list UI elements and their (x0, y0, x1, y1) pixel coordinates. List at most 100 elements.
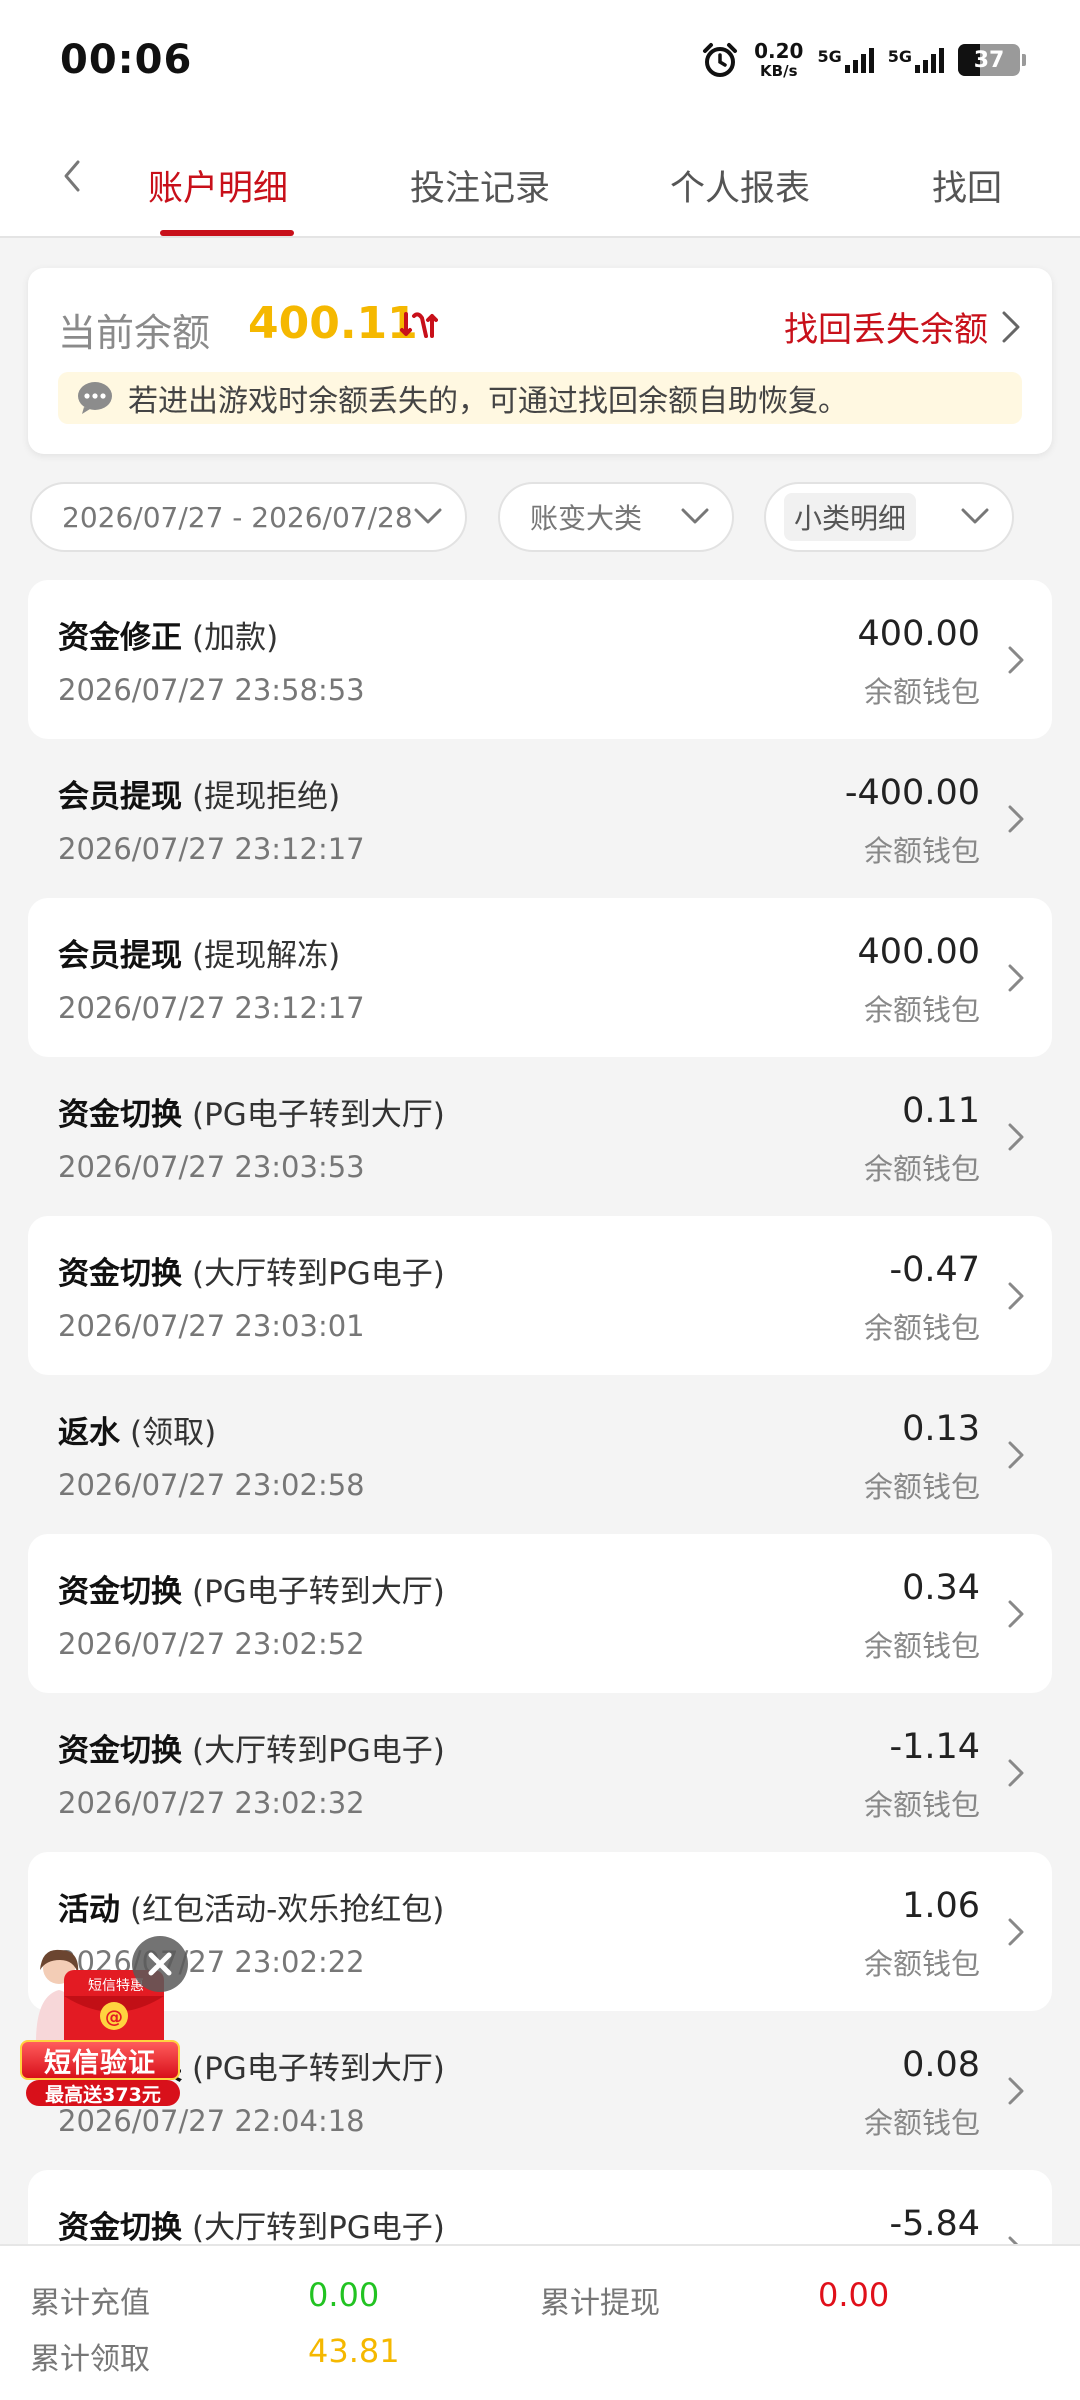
total-recharge-label: 累计充值 (30, 2286, 150, 2321)
category-value: 账变大类 (530, 502, 643, 535)
notice-text: 若进出游戏时余额丢失的，可通过找回余额自助恢复。 (128, 384, 848, 419)
alarm-icon (703, 43, 738, 77)
svg-text:@: @ (105, 2007, 123, 2028)
transaction-time: 2026/07/27 23:03:53 (58, 1150, 365, 1184)
chevron-right-icon (1002, 311, 1020, 342)
transaction-wallet: 余额钱包 (863, 1629, 980, 1663)
transaction-detail: (领取) (130, 1415, 217, 1451)
transaction-row[interactable]: 资金切换 (大厅转到PG电子) 2026/07/27 23:02:32 -1.14… (28, 1693, 1052, 1852)
tab-account-details[interactable]: 账户明细 (148, 160, 288, 211)
transaction-title: 资金切换 (大厅转到PG电子) (58, 1248, 445, 1293)
tab-recover[interactable]: 找回 (932, 160, 1002, 211)
promo-title-banner: 短信验证 (20, 2040, 180, 2080)
date-range-value: 2026/07/27 - 2026/07/28 (62, 500, 413, 534)
transaction-title: 资金切换 (PG电子转到大厅) (58, 1566, 445, 1611)
close-icon (148, 1952, 172, 1976)
chevron-right-icon (1008, 646, 1024, 674)
transaction-row[interactable]: 返水 (领取) 2026/07/27 23:02:58 0.13 余额钱包 (28, 1375, 1052, 1534)
promo-subtitle: 最高送373元 (45, 2083, 161, 2106)
transaction-wallet: 余额钱包 (863, 2106, 980, 2140)
signal-bars-icon (915, 47, 944, 73)
chevron-right-icon (1008, 964, 1024, 992)
transaction-time: 2026/07/27 23:12:17 (58, 991, 365, 1025)
transaction-title: 资金切换 (大厅转到PG电子) (58, 1725, 445, 1770)
transaction-row[interactable]: 资金修正 (加款) 2026/07/27 23:58:53 400.00 余额钱包 (28, 580, 1052, 739)
transaction-wallet: 余额钱包 (863, 1947, 980, 1981)
transaction-title: 会员提现 (提现拒绝) (58, 771, 340, 816)
net-speed-value: 0.20 (754, 39, 804, 63)
transaction-type: 返水 (58, 1415, 120, 1451)
transaction-wallet: 余额钱包 (863, 1470, 980, 1504)
transaction-amount: -400.00 (844, 773, 980, 813)
transaction-type: 活动 (58, 1892, 120, 1928)
chevron-down-icon (681, 508, 709, 524)
transaction-type: 资金切换 (58, 1574, 182, 1610)
summary-footer: 累计充值 0.00 累计提现 0.00 累计领取 43.81 (0, 2244, 1080, 2400)
chevron-right-icon (1008, 805, 1024, 833)
transaction-type: 资金切换 (58, 1733, 182, 1769)
promo-title: 短信验证 (44, 2047, 156, 2079)
balance-notice: 若进出游戏时余额丢失的，可通过找回余额自助恢复。 (58, 372, 1022, 424)
sms-verify-promo[interactable]: @ 短信特惠 短信验证 最高送373元 (20, 1936, 190, 2106)
tab-bet-records[interactable]: 投注记录 (410, 160, 550, 211)
transaction-detail: (PG电子转到大厅) (192, 1574, 445, 1610)
transaction-amount: 0.34 (902, 1568, 980, 1608)
transaction-detail: (提现拒绝) (192, 779, 341, 815)
transaction-title: 资金修正 (加款) (58, 612, 278, 657)
transaction-type: 资金修正 (58, 620, 182, 656)
recover-balance-label: 找回丢失余额 (784, 310, 988, 350)
chevron-right-icon (1008, 1441, 1024, 1469)
transaction-detail: (大厅转到PG电子) (192, 1733, 445, 1769)
chevron-down-icon (414, 508, 442, 524)
subcategory-value: 小类明细 (784, 493, 917, 541)
transaction-time: 2026/07/27 23:58:53 (58, 673, 365, 707)
tab-bar: 账户明细 投注记录 个人报表 找回 (0, 120, 1080, 238)
transaction-wallet: 余额钱包 (863, 993, 980, 1027)
transaction-row[interactable]: 资金切换 (PG电子转到大厅) 2026/07/27 23:03:53 0.11 … (28, 1057, 1052, 1216)
transaction-type: 会员提现 (58, 779, 182, 815)
sim1-label: 5G (817, 47, 842, 66)
transaction-time: 2026/07/27 22:04:18 (58, 2104, 365, 2138)
transaction-detail: (加款) (192, 620, 279, 656)
transaction-amount: 400.00 (857, 614, 980, 654)
battery-icon: 37 (958, 44, 1026, 76)
transaction-detail: (大厅转到PG电子) (192, 1256, 445, 1292)
transaction-time: 2026/07/27 23:02:32 (58, 1786, 365, 1820)
transaction-time: 2026/07/27 23:03:01 (58, 1309, 365, 1343)
signal-sim2: 5G (888, 47, 944, 73)
transaction-row[interactable]: 资金切换 (PG电子转到大厅) 2026/07/27 23:02:52 0.34 … (28, 1534, 1052, 1693)
date-range-filter[interactable]: 2026/07/27 - 2026/07/28 (30, 482, 467, 552)
transaction-wallet: 余额钱包 (863, 1311, 980, 1345)
status-time: 00:06 (60, 37, 193, 83)
chevron-right-icon (1008, 1282, 1024, 1310)
transaction-type: 资金切换 (58, 1097, 182, 1133)
total-recharge-value: 0.00 (308, 2276, 380, 2314)
transaction-amount: -0.47 (889, 1250, 980, 1290)
transaction-detail: (大厅转到PG电子) (192, 2210, 445, 2246)
transaction-row[interactable]: 会员提现 (提现解冻) 2026/07/27 23:12:17 400.00 余额… (28, 898, 1052, 1057)
transaction-wallet: 余额钱包 (863, 675, 980, 709)
signal-sim1: 5G (817, 47, 874, 73)
total-withdraw-value: 0.00 (818, 2276, 890, 2314)
back-arrow-icon[interactable] (56, 156, 86, 196)
subcategory-filter[interactable]: 小类明细 (764, 482, 1014, 552)
transaction-row[interactable]: 资金切换 (大厅转到PG电子) 2026/07/27 23:03:01 -0.47… (28, 1216, 1052, 1375)
transaction-row[interactable]: 会员提现 (提现拒绝) 2026/07/27 23:12:17 -400.00 余… (28, 739, 1052, 898)
transaction-detail: (PG电子转到大厅) (192, 2051, 445, 2087)
chevron-right-icon (1008, 1600, 1024, 1628)
chevron-right-icon (1008, 1759, 1024, 1787)
transaction-time: 2026/07/27 23:02:52 (58, 1627, 365, 1661)
chevron-right-icon (1008, 1123, 1024, 1151)
promo-close-button[interactable] (132, 1936, 188, 1992)
chevron-right-icon (1008, 1918, 1024, 1946)
refresh-icon[interactable] (400, 306, 438, 344)
transaction-type: 资金切换 (58, 2210, 182, 2246)
transaction-title: 会员提现 (提现解冻) (58, 930, 340, 975)
promo-subtitle-pill: 最高送373元 (26, 2080, 180, 2106)
transaction-type: 会员提现 (58, 938, 182, 974)
tab-personal-report[interactable]: 个人报表 (670, 160, 810, 211)
recover-balance-link[interactable]: 找回丢失余额 (784, 302, 1022, 351)
balance-amount: 400.11 (248, 298, 418, 349)
category-filter[interactable]: 账变大类 (498, 482, 734, 552)
total-claim-label: 累计领取 (30, 2342, 150, 2377)
